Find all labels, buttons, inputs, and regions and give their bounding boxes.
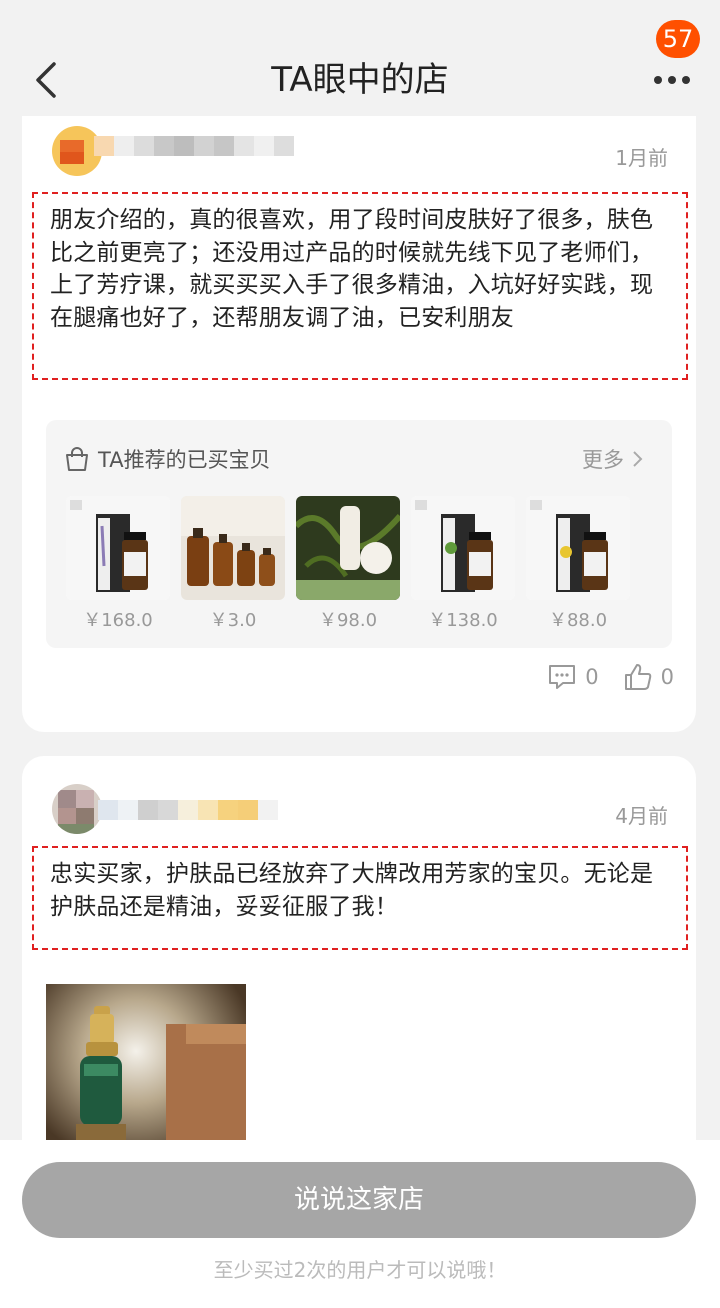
more-link[interactable]: 更多	[582, 444, 646, 474]
recommended-title: TA推荐的已买宝贝	[98, 448, 271, 472]
product-image	[411, 496, 515, 600]
product-price: ￥88.0	[548, 610, 608, 631]
product-price: ￥3.0	[209, 610, 257, 631]
review-time: 1月前	[615, 146, 668, 170]
notification-badge: 57	[656, 20, 700, 58]
more-dots-icon	[654, 76, 690, 84]
recommended-products: TA推荐的已买宝贝 更多 ￥168.0 ￥3.0 ￥98.0 ￥138.0 ￥8…	[46, 420, 672, 648]
review-text: 忠实买家，护肤品已经放弃了大牌改用芳家的宝贝。无论是护肤品还是精油，妥妥征服了我…	[50, 861, 654, 920]
product-item[interactable]: ￥88.0	[526, 496, 630, 632]
write-review-button[interactable]: 说说这家店	[22, 1162, 696, 1238]
username-blurred	[94, 136, 294, 176]
chevron-right-icon	[633, 451, 643, 467]
product-item[interactable]: ￥138.0	[411, 496, 515, 632]
like-button[interactable]: 0	[623, 662, 674, 692]
more-label: 更多	[582, 448, 624, 472]
comment-button[interactable]: 0	[547, 663, 599, 691]
like-count: 0	[660, 665, 674, 689]
more-options-button[interactable]	[652, 68, 692, 92]
review-content: 朋友介绍的，真的很喜欢，用了段时间皮肤好了很多，肤色比之前更亮了；还没用过产品的…	[32, 192, 688, 380]
page-title: TA眼中的店	[271, 60, 449, 100]
review-time: 4月前	[615, 804, 668, 828]
avatar[interactable]	[52, 784, 102, 834]
product-image	[181, 496, 285, 600]
product-item[interactable]: ￥98.0	[296, 496, 400, 632]
review-text: 朋友介绍的，真的很喜欢，用了段时间皮肤好了很多，肤色比之前更亮了；还没用过产品的…	[50, 207, 654, 331]
username-blurred	[98, 800, 278, 840]
eligibility-hint: 至少买过2次的用户才可以说哦！	[213, 1258, 507, 1282]
product-image	[66, 496, 170, 600]
review-content: 忠实买家，护肤品已经放弃了大牌改用芳家的宝贝。无论是护肤品还是精油，妥妥征服了我…	[32, 846, 688, 950]
recommended-header: TA推荐的已买宝贝	[64, 444, 271, 474]
product-item[interactable]: ￥3.0	[181, 496, 285, 632]
top-bar: TA眼中的店 57	[0, 0, 720, 120]
product-price: ￥98.0	[318, 610, 378, 631]
bottom-bar: 说说这家店 至少买过2次的用户才可以说哦！	[0, 1140, 720, 1308]
review-card: 4月前 忠实买家，护肤品已经放弃了大牌改用芳家的宝贝。无论是护肤品还是精油，妥妥…	[22, 756, 696, 1176]
product-image	[526, 496, 630, 600]
thumbs-up-icon	[624, 664, 651, 690]
review-actions: 0 0	[523, 662, 674, 692]
comment-icon	[549, 665, 576, 689]
product-price: ￥138.0	[428, 610, 498, 631]
comment-count: 0	[585, 665, 599, 689]
product-price: ￥168.0	[83, 610, 153, 631]
product-list: ￥168.0 ￥3.0 ￥98.0 ￥138.0 ￥88.0	[66, 496, 641, 632]
product-item[interactable]: ￥168.0	[66, 496, 170, 632]
shopping-bag-icon	[66, 447, 88, 471]
product-image	[296, 496, 400, 600]
review-card: 1月前 朋友介绍的，真的很喜欢，用了段时间皮肤好了很多，肤色比之前更亮了；还没用…	[22, 116, 696, 732]
